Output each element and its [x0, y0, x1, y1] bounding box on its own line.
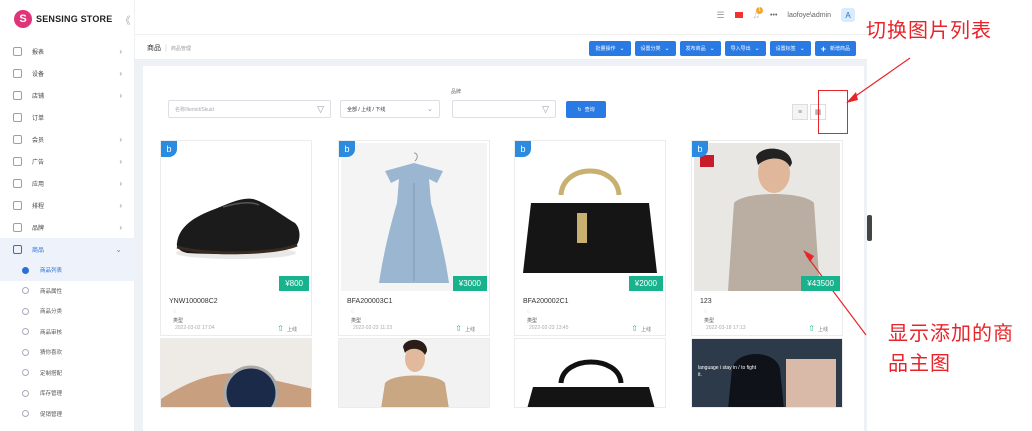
app-window: S SENSING STORE 《 报表 › 设备 › 店铺 › 订单 会员 › 广告 ›… [0, 0, 1032, 431]
price-tag: ¥3000 [452, 276, 487, 291]
annotation-toggle-text: 切换图片列表 [866, 18, 992, 42]
annotation-main-image-line1: 显示添加的商 [888, 321, 1014, 345]
annotation-main-image-line2: 品主图 [888, 351, 951, 375]
annotation-arrows [803, 57, 911, 336]
brand-badge: b [692, 141, 708, 157]
brand-badge: b [339, 141, 355, 157]
brand-badge: b [161, 141, 177, 157]
price-tag: ¥2000 [628, 276, 663, 291]
price-tag: ¥43500 [801, 276, 840, 291]
brand-badge: b [515, 141, 531, 157]
price-tag: ¥800 [279, 276, 309, 291]
